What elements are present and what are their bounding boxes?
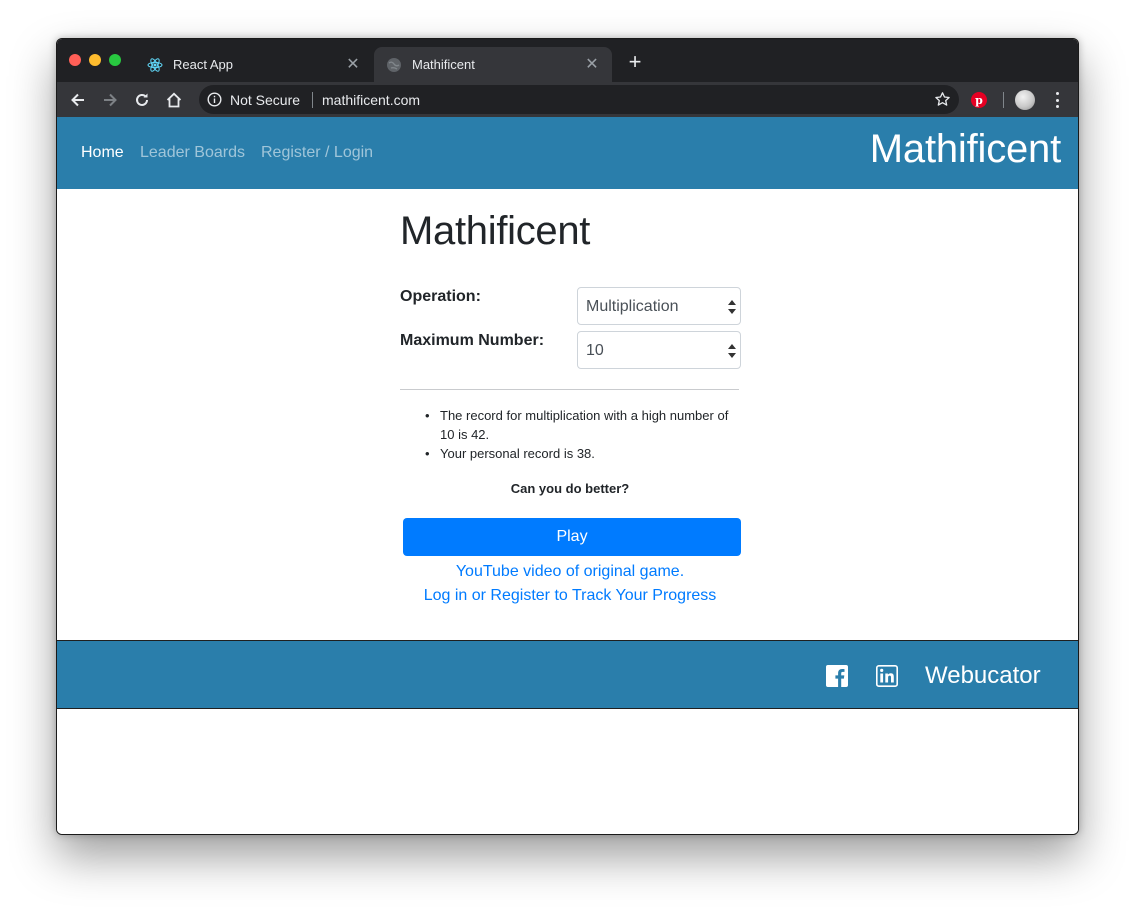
toolbar-divider xyxy=(1003,92,1004,108)
nav-leader-boards[interactable]: Leader Boards xyxy=(140,144,245,162)
operation-value: Multiplication xyxy=(586,298,679,315)
tab-react-app[interactable]: React App ✕ xyxy=(135,47,373,82)
play-button[interactable]: Play xyxy=(403,518,741,556)
forward-arrow-icon[interactable] xyxy=(99,89,121,111)
minimize-window-button[interactable] xyxy=(89,54,101,66)
pinterest-icon[interactable]: p xyxy=(971,92,987,108)
globe-icon xyxy=(386,57,402,73)
menu-icon[interactable] xyxy=(1054,92,1060,108)
new-tab-button[interactable]: + xyxy=(625,51,645,73)
nav-home[interactable]: Home xyxy=(81,144,124,162)
tab-title: Mathificent xyxy=(412,57,475,72)
list-item: The record for multiplication with a hig… xyxy=(400,406,740,444)
select-arrows-icon xyxy=(728,343,736,359)
list-item: Your personal record is 38. xyxy=(400,444,740,463)
back-arrow-icon[interactable] xyxy=(67,89,89,111)
profile-avatar[interactable] xyxy=(1015,90,1035,110)
bookmark-star-icon[interactable] xyxy=(934,91,951,108)
records-list: The record for multiplication with a hig… xyxy=(400,406,740,463)
security-label: Not Secure xyxy=(230,92,301,108)
url-text[interactable]: mathificent.com xyxy=(322,92,420,108)
login-register-link[interactable]: Log in or Register to Track Your Progres… xyxy=(400,587,740,605)
tab-strip: React App ✕ Mathificent ✕ + xyxy=(57,39,1078,82)
facebook-icon[interactable] xyxy=(826,665,848,687)
site-navbar: Home Leader Boards Register / Login Math… xyxy=(57,117,1078,189)
site-brand[interactable]: Mathificent xyxy=(870,127,1061,172)
home-icon[interactable] xyxy=(163,89,185,111)
browser-toolbar: Not Secure mathificent.com p xyxy=(57,82,1078,117)
page-title: Mathificent xyxy=(400,209,591,253)
react-icon xyxy=(147,57,163,73)
youtube-video-link[interactable]: YouTube video of original game. xyxy=(400,563,740,581)
operation-select[interactable]: Multiplication xyxy=(577,287,741,325)
site-footer: Webucator xyxy=(57,640,1078,709)
maximize-window-button[interactable] xyxy=(109,54,121,66)
nav-register-login[interactable]: Register / Login xyxy=(261,144,373,162)
tab-title: React App xyxy=(173,57,233,72)
tab-mathificent[interactable]: Mathificent ✕ xyxy=(374,47,612,82)
max-number-select[interactable]: 10 xyxy=(577,331,741,369)
close-icon[interactable]: ✕ xyxy=(584,56,600,73)
max-number-label: Maximum Number: xyxy=(400,332,545,349)
reload-icon[interactable] xyxy=(131,89,153,111)
select-arrows-icon xyxy=(728,299,736,315)
web-page: Home Leader Boards Register / Login Math… xyxy=(57,117,1078,834)
close-icon[interactable]: ✕ xyxy=(345,56,361,73)
operation-label: Operation: xyxy=(400,288,481,305)
divider xyxy=(400,389,739,390)
info-icon[interactable] xyxy=(207,92,222,107)
linkedin-icon[interactable] xyxy=(876,665,898,687)
close-window-button[interactable] xyxy=(69,54,81,66)
browser-window: React App ✕ Mathificent ✕ + Not Secure m… xyxy=(56,38,1079,835)
challenge-text: Can you do better? xyxy=(510,481,630,496)
address-bar[interactable]: Not Secure mathificent.com xyxy=(199,85,959,114)
footer-brand[interactable]: Webucator xyxy=(925,662,1041,690)
address-divider xyxy=(312,92,313,108)
max-number-value: 10 xyxy=(586,342,604,359)
